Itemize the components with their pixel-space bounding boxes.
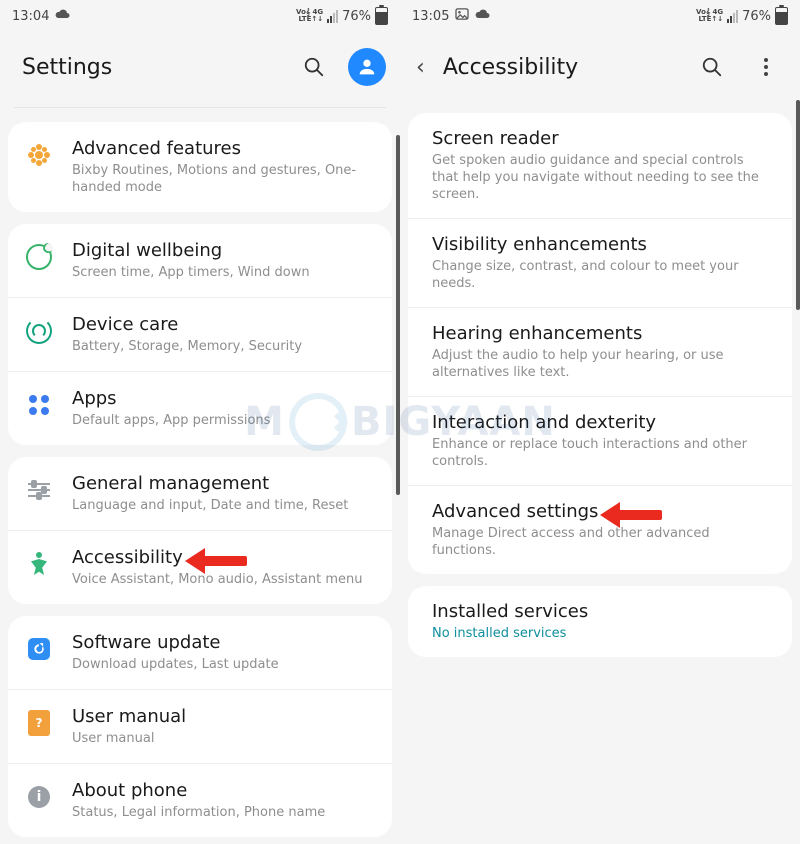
accessibility-screen: 13:05 Vo𝄞 4GLTE↑↓ 76% ‹ Accessibility — [400, 0, 800, 844]
row-title: Apps — [72, 388, 376, 410]
settings-item-user-manual[interactable]: ? User manual User manual — [8, 689, 392, 763]
row-subtitle: Screen time, App timers, Wind down — [72, 264, 376, 281]
settings-item-digital-wellbeing[interactable]: Digital wellbeing Screen time, App timer… — [8, 224, 392, 297]
manual-icon: ? — [24, 708, 54, 738]
settings-card: Advanced features Bixby Routines, Motion… — [8, 122, 392, 212]
status-time: 13:05 — [412, 9, 449, 24]
network-label: Vo𝄞 4GLTE↑↓ — [296, 9, 323, 23]
row-title: Screen reader — [432, 128, 770, 150]
cloud-icon — [55, 8, 71, 24]
row-subtitle: Language and input, Date and time, Reset — [72, 497, 376, 514]
signal-icon — [727, 10, 738, 23]
battery-icon — [775, 7, 788, 25]
accessibility-item-visibility[interactable]: Visibility enhancements Change size, con… — [408, 218, 792, 307]
network-label: Vo𝄞 4GLTE↑↓ — [696, 9, 723, 23]
accessibility-item-advanced-settings[interactable]: Advanced settings Manage Direct access a… — [408, 485, 792, 574]
row-subtitle: Default apps, App permissions — [72, 412, 376, 429]
row-subtitle: Get spoken audio guidance and special co… — [432, 152, 770, 203]
accessibility-card: Installed services No installed services — [408, 586, 792, 657]
row-subtitle: User manual — [72, 730, 376, 747]
callout-arrow-icon — [185, 551, 247, 569]
back-button[interactable]: ‹ — [412, 55, 429, 80]
row-title: Digital wellbeing — [72, 240, 376, 262]
accessibility-item-hearing[interactable]: Hearing enhancements Adjust the audio to… — [408, 307, 792, 396]
avatar-icon — [356, 56, 378, 78]
row-title: Visibility enhancements — [432, 234, 770, 256]
row-subtitle: Manage Direct access and other advanced … — [432, 525, 770, 559]
software-update-icon — [24, 634, 54, 664]
more-icon — [764, 58, 768, 76]
gear-flower-icon — [24, 140, 54, 170]
row-subtitle: No installed services — [432, 625, 770, 642]
settings-item-general-management[interactable]: General management Language and input, D… — [8, 457, 392, 530]
accessibility-list: Screen reader Get spoken audio guidance … — [400, 113, 800, 657]
row-title: General management — [72, 473, 376, 495]
settings-item-device-care[interactable]: Device care Battery, Storage, Memory, Se… — [8, 297, 392, 371]
accessibility-header: ‹ Accessibility — [400, 29, 800, 107]
settings-screen: 13:04 Vo𝄞 4GLTE↑↓ 76% Settings — [0, 0, 400, 844]
info-icon: i — [24, 782, 54, 812]
row-subtitle: Bixby Routines, Motions and gestures, On… — [72, 162, 376, 196]
search-button[interactable] — [692, 47, 732, 87]
row-title: Device care — [72, 314, 376, 336]
settings-card: General management Language and input, D… — [8, 457, 392, 604]
accessibility-card: Screen reader Get spoken audio guidance … — [408, 113, 792, 574]
accessibility-item-installed-services[interactable]: Installed services No installed services — [408, 586, 792, 657]
status-time: 13:04 — [12, 9, 49, 24]
row-subtitle: Enhance or replace touch interactions an… — [432, 436, 770, 470]
row-subtitle: Adjust the audio to help your hearing, o… — [432, 347, 770, 381]
status-bar: 13:04 Vo𝄞 4GLTE↑↓ 76% — [0, 0, 400, 29]
settings-item-apps[interactable]: Apps Default apps, App permissions — [8, 371, 392, 445]
settings-card: Digital wellbeing Screen time, App timer… — [8, 224, 392, 445]
search-button[interactable] — [294, 47, 334, 87]
row-title: Advanced settings — [432, 501, 598, 523]
profile-button[interactable] — [348, 48, 386, 86]
settings-list: Advanced features Bixby Routines, Motion… — [0, 122, 400, 837]
row-title: Software update — [72, 632, 376, 654]
status-bar: 13:05 Vo𝄞 4GLTE↑↓ 76% — [400, 0, 800, 29]
more-button[interactable] — [746, 47, 786, 87]
battery-percent: 76% — [742, 9, 771, 24]
settings-header: Settings — [0, 29, 400, 107]
search-icon — [701, 56, 723, 78]
row-title: User manual — [72, 706, 376, 728]
wellbeing-icon — [24, 242, 54, 272]
row-subtitle: Status, Legal information, Phone name — [72, 804, 376, 821]
sliders-icon — [24, 475, 54, 505]
row-subtitle: Download updates, Last update — [72, 656, 376, 673]
battery-icon — [375, 7, 388, 25]
cloud-icon — [475, 8, 491, 24]
signal-icon — [327, 10, 338, 23]
page-title: Settings — [22, 55, 112, 80]
search-icon — [303, 56, 325, 78]
settings-card: Software update Download updates, Last u… — [8, 616, 392, 837]
settings-item-about-phone[interactable]: i About phone Status, Legal information,… — [8, 763, 392, 837]
row-subtitle: Battery, Storage, Memory, Security — [72, 338, 376, 355]
device-care-icon — [24, 316, 54, 346]
row-title: Installed services — [432, 601, 770, 623]
row-title: About phone — [72, 780, 376, 802]
row-subtitle: Change size, contrast, and colour to mee… — [432, 258, 770, 292]
accessibility-icon — [24, 549, 54, 579]
row-subtitle: Voice Assistant, Mono audio, Assistant m… — [72, 571, 376, 588]
settings-item-advanced-features[interactable]: Advanced features Bixby Routines, Motion… — [8, 122, 392, 212]
accessibility-item-screen-reader[interactable]: Screen reader Get spoken audio guidance … — [408, 113, 792, 218]
gallery-icon — [455, 8, 469, 24]
accessibility-item-interaction[interactable]: Interaction and dexterity Enhance or rep… — [408, 396, 792, 485]
settings-item-software-update[interactable]: Software update Download updates, Last u… — [8, 616, 392, 689]
callout-arrow-icon — [600, 505, 662, 523]
settings-item-accessibility[interactable]: Accessibility Voice Assistant, Mono audi… — [8, 530, 392, 604]
row-title: Advanced features — [72, 138, 376, 160]
row-title: Accessibility — [72, 547, 183, 569]
row-title: Interaction and dexterity — [432, 412, 770, 434]
scrollbar[interactable] — [796, 100, 800, 310]
apps-icon — [24, 390, 54, 420]
page-title: Accessibility — [443, 55, 578, 80]
row-title: Hearing enhancements — [432, 323, 770, 345]
battery-percent: 76% — [342, 9, 371, 24]
